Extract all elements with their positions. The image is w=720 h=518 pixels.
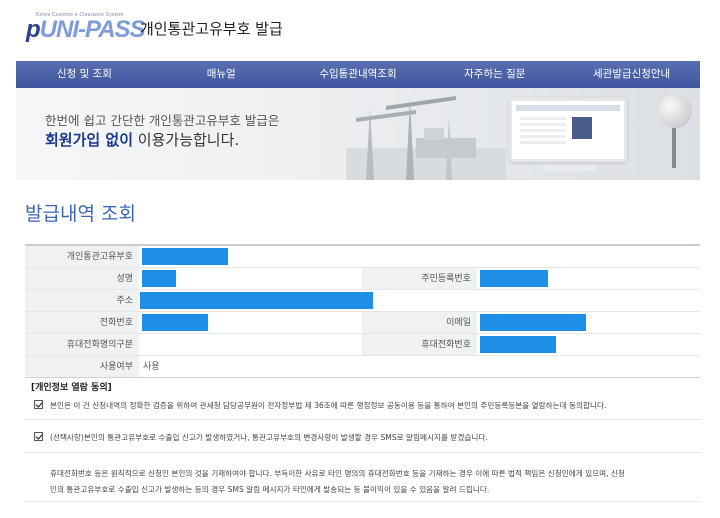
value-phone	[139, 312, 362, 333]
main-nav: 신청 및 조회 매뉴얼 수입통관내역조회 자주하는 질문 세관발급신청안내	[16, 61, 700, 88]
nav-item-manual[interactable]: 매뉴얼	[153, 61, 290, 88]
nav-item-apply-inquiry[interactable]: 신청 및 조회	[16, 61, 153, 88]
promo-banner: 한번에 쉽고 간단한 개인통관고유부호 발급은 회원가입 없이 이용가능합니다.	[16, 88, 700, 180]
label-mobile-owner-type: 휴대전화명의구분	[25, 334, 139, 355]
label-customs-code: 개인통관고유부호	[25, 246, 139, 267]
section-title: 발급내역 조회	[25, 203, 136, 225]
label-name: 성명	[25, 268, 139, 289]
redaction-mask	[140, 292, 373, 309]
nav-item-customs-guide[interactable]: 세관발급신청안내	[563, 61, 700, 88]
label-resident-number: 주민등록번호	[362, 268, 477, 289]
notice-line-2: 인의 통관고유부호로 수출입 신고가 발생하는 등의 경우 SMS 알림 메시지…	[50, 485, 490, 494]
redaction-mask	[142, 248, 228, 265]
header: Korea Customs e-Clearance System pUNI-PA…	[0, 0, 720, 58]
value-customs-code	[139, 246, 700, 267]
banner-line-2: 회원가입 없이 이용가능합니다.	[45, 131, 240, 149]
label-usage-status: 사용여부	[25, 356, 139, 377]
redaction-mask	[142, 314, 208, 331]
issuance-info-table: 개인통관고유부호 성명 주민등록번호 주소 전화번호 이메일 휴대전화명의구분 …	[25, 244, 700, 378]
consent-text-2: (선택사항)본인의 통관고유부호로 수출입 신고가 발생하였거나, 통관고유부호…	[50, 433, 488, 442]
value-resident-number	[477, 268, 700, 289]
table-row: 사용여부 사용	[25, 356, 700, 378]
page-header-title: 개인통관고유부호 발급	[140, 20, 283, 38]
value-mobile-owner-type	[139, 334, 362, 355]
unipass-logo[interactable]: Korea Customs e-Clearance System pUNI-PA…	[24, 12, 146, 46]
consent-heading: [개인정보 열람 동의]	[31, 383, 112, 393]
nav-item-import-clearance[interactable]: 수입통관내역조회	[290, 61, 427, 88]
logo-brand: pUNI-PASS	[26, 16, 146, 43]
keyboard-image	[541, 165, 595, 171]
banner-line-1: 한번에 쉽고 간단한 개인통관고유부호 발급은	[45, 113, 280, 128]
divider	[25, 452, 700, 453]
redaction-mask	[480, 336, 556, 353]
value-name	[139, 268, 362, 289]
table-row: 전화번호 이메일	[25, 312, 700, 334]
globe-stand	[672, 128, 676, 168]
value-mobile-number	[477, 334, 700, 355]
table-row: 휴대전화명의구분 휴대전화번호	[25, 334, 700, 356]
monitor-image	[509, 98, 627, 162]
table-row: 성명 주민등록번호	[25, 268, 700, 290]
consent-checkbox-1[interactable]	[34, 400, 43, 409]
divider	[25, 501, 700, 502]
redaction-mask	[480, 314, 586, 331]
table-row: 주소	[25, 290, 700, 312]
label-mobile-number: 휴대전화번호	[362, 334, 477, 355]
value-address	[139, 290, 700, 311]
notice-line-1: 휴대전화번호 등은 원칙적으로 신청인 본인의 것을 기재하여야 합니다. 부득…	[50, 469, 625, 478]
value-email	[477, 312, 700, 333]
consent-notice: 휴대전화번호 등은 원칙적으로 신청인 본인의 것을 기재하여야 합니다. 부득…	[50, 466, 700, 498]
port-cranes-image	[346, 96, 506, 180]
consent-text-1: 본인은 이 건 신청내역의 정확한 검증을 위하여 관세청 담당공무원이 전자정…	[50, 401, 607, 410]
value-usage-status: 사용	[143, 362, 160, 372]
nav-item-faq[interactable]: 자주하는 질문	[426, 61, 563, 88]
consent-checkbox-2[interactable]	[34, 432, 43, 441]
divider	[25, 419, 700, 420]
redaction-mask	[142, 270, 176, 287]
globe-image	[658, 94, 692, 128]
label-address: 주소	[25, 290, 139, 311]
label-email: 이메일	[362, 312, 477, 333]
redaction-mask	[480, 270, 548, 287]
table-row: 개인통관고유부호	[25, 246, 700, 268]
label-phone: 전화번호	[25, 312, 139, 333]
